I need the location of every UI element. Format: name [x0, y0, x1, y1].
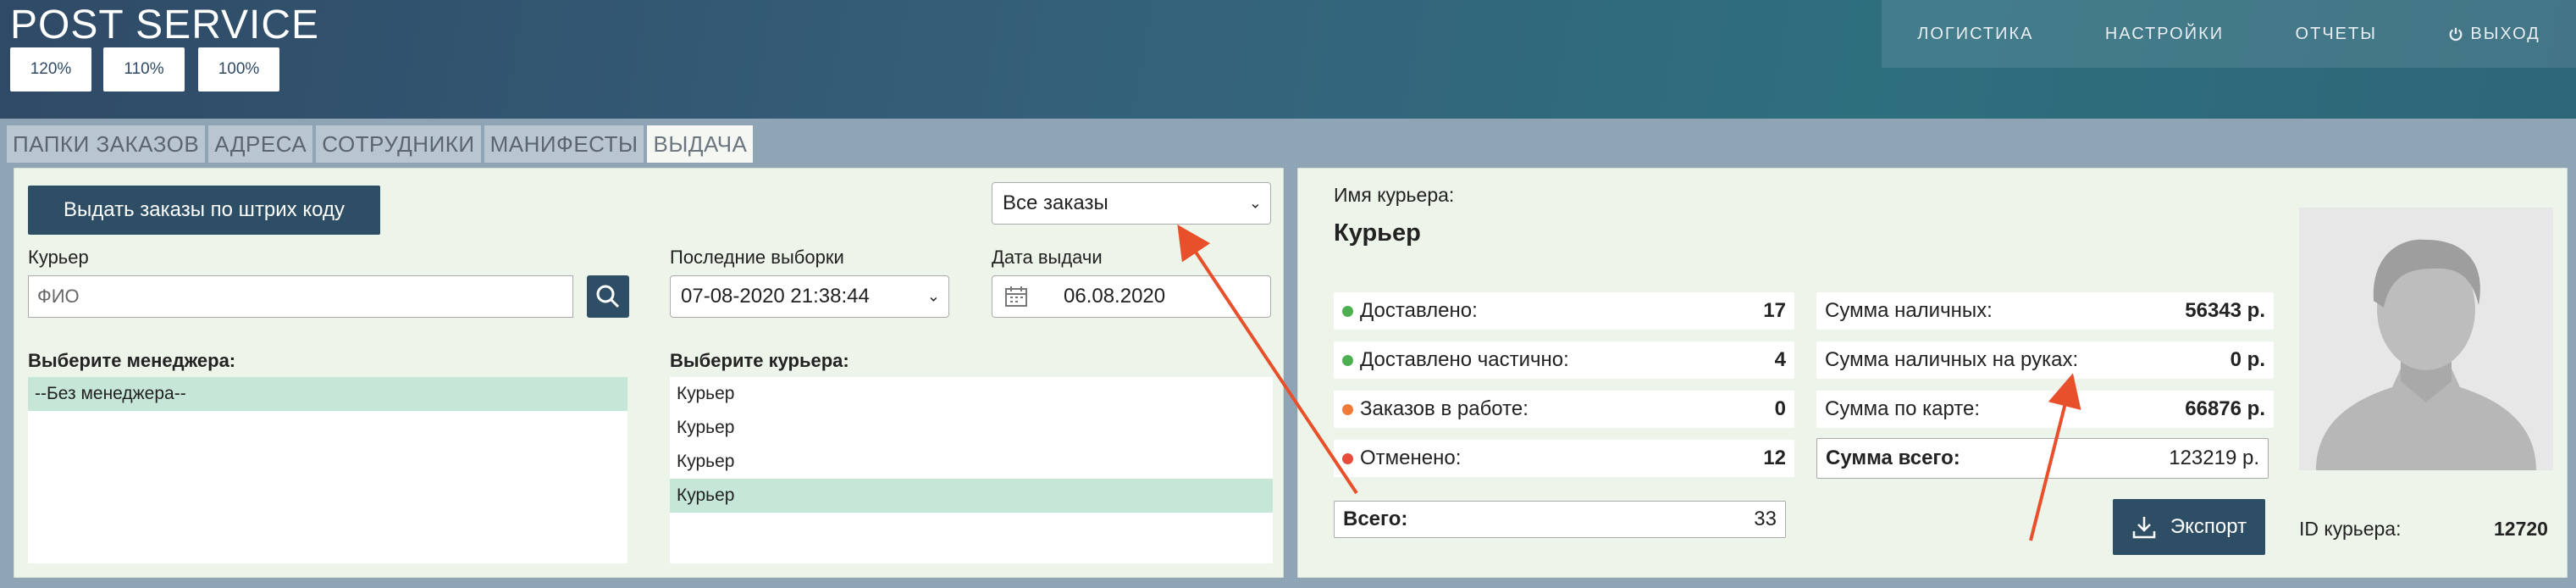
zoom-100-button[interactable]: 100%: [198, 47, 279, 92]
sum-cash-on-hand: Сумма наличных на руках: 0 р.: [1816, 341, 2274, 379]
tab-employees[interactable]: СОТРУДНИКИ: [316, 125, 481, 163]
stat-value: 12: [1763, 447, 1786, 469]
last-selection-value: 07-08-2020 21:38:44: [681, 285, 870, 308]
manager-list[interactable]: --Без менеджера--: [28, 377, 627, 563]
stat-label: Доставлено:: [1360, 299, 1478, 322]
courier-label: Курьер: [28, 247, 89, 268]
issue-date-label: Дата выдачи: [992, 247, 1103, 268]
issue-by-barcode-button[interactable]: Выдать заказы по штрих коду: [28, 186, 380, 235]
courier-search-button[interactable]: [587, 275, 629, 318]
status-dot: [1342, 452, 1353, 464]
courier-name-label: Имя курьера:: [1334, 184, 1455, 206]
nav-logout[interactable]: ВЫХОД: [2448, 25, 2540, 44]
app-title: POST SERVICE: [10, 3, 320, 47]
courier-summary-panel: Имя курьера: Курьер Доставлено: 17 Доста…: [1297, 168, 2568, 578]
issue-date-input[interactable]: 06.08.2020: [992, 275, 1271, 318]
zoom-120-button[interactable]: 120%: [10, 47, 91, 92]
zoom-110-button[interactable]: 110%: [103, 47, 185, 92]
sum-value: 66876 р.: [2185, 397, 2265, 420]
stat-label: Всего:: [1343, 508, 1408, 530]
issue-date-value: 06.08.2020: [1064, 285, 1166, 308]
orders-filter-value: Все заказы: [1003, 191, 1108, 214]
sum-value: 56343 р.: [2185, 299, 2265, 322]
tab-addresses[interactable]: АДРЕСА: [208, 125, 313, 163]
stat-label: Отменено:: [1360, 447, 1462, 469]
last-selections-label: Последние выборки: [670, 247, 844, 268]
list-item[interactable]: --Без менеджера--: [28, 377, 627, 411]
status-dot: [1342, 305, 1353, 317]
list-item[interactable]: Курьер: [670, 445, 1273, 479]
stat-delivered: Доставлено: 17: [1334, 292, 1794, 330]
power-icon: [2449, 27, 2463, 42]
stat-partial: Доставлено частично: 4: [1334, 341, 1794, 379]
stat-value: 33: [1754, 508, 1777, 530]
stat-value: 4: [1774, 348, 1786, 371]
list-item[interactable]: Курьер: [670, 377, 1273, 411]
sum-label: Сумма всего:: [1826, 447, 1960, 469]
issue-filter-panel: Выдать заказы по штрих коду Все заказы ⌄…: [14, 168, 1284, 578]
chevron-down-icon: ⌄: [1248, 194, 1262, 212]
sum-total: Сумма всего: 123219 р.: [1816, 438, 2269, 479]
list-item[interactable]: Курьер: [670, 479, 1273, 513]
status-dot: [1342, 354, 1353, 366]
chevron-down-icon: ⌄: [926, 287, 940, 305]
sum-label: Сумма наличных на руках:: [1825, 348, 2079, 371]
nav-logistics[interactable]: ЛОГИСТИКА: [1917, 25, 2033, 44]
tab-order-folders[interactable]: ПАПКИ ЗАКАЗОВ: [7, 125, 206, 163]
tab-issue[interactable]: ВЫДАЧА: [647, 125, 754, 163]
sum-label: Сумма по карте:: [1825, 397, 1981, 420]
search-icon: [596, 285, 620, 308]
top-navigation: ЛОГИСТИКА НАСТРОЙКИ ОТЧЕТЫ ВЫХОД: [1882, 0, 2576, 68]
sum-card: Сумма по карте: 66876 р.: [1816, 391, 2274, 428]
courier-list[interactable]: Курьер Курьер Курьер Курьер: [670, 377, 1273, 563]
export-label: Экспорт: [2170, 515, 2247, 538]
courier-id-label: ID курьера:: [2299, 518, 2402, 540]
stat-total: Всего: 33: [1334, 501, 1786, 538]
orders-filter-select[interactable]: Все заказы ⌄: [992, 182, 1271, 225]
tab-bar: ПАПКИ ЗАКАЗОВ АДРЕСА СОТРУДНИКИ МАНИФЕСТ…: [7, 125, 754, 163]
calendar-icon: [1005, 286, 1027, 307]
courier-select-label: Выберите курьера:: [670, 350, 849, 371]
status-dot: [1342, 403, 1353, 415]
sum-label: Сумма наличных:: [1825, 299, 1993, 322]
download-icon: [2132, 517, 2156, 539]
last-selections-select[interactable]: 07-08-2020 21:38:44 ⌄: [670, 275, 949, 318]
sum-value: 123219 р.: [2169, 447, 2259, 469]
logout-label: ВЫХОД: [2470, 24, 2540, 43]
export-button[interactable]: Экспорт: [2113, 499, 2265, 555]
nav-settings[interactable]: НАСТРОЙКИ: [2105, 25, 2224, 44]
stat-label: Заказов в работе:: [1360, 397, 1528, 420]
manager-select-label: Выберите менеджера:: [28, 350, 236, 371]
nav-reports[interactable]: ОТЧЕТЫ: [2296, 25, 2377, 44]
courier-id-value: 12720: [2494, 518, 2548, 540]
sum-value: 0 р.: [2230, 348, 2265, 371]
courier-name: Курьер: [1334, 219, 1421, 247]
tab-manifests[interactable]: МАНИФЕСТЫ: [484, 125, 644, 163]
list-item[interactable]: Курьер: [670, 411, 1273, 445]
avatar-icon: [2299, 208, 2553, 470]
courier-name-input[interactable]: ФИО: [28, 275, 573, 318]
sum-cash: Сумма наличных: 56343 р.: [1816, 292, 2274, 330]
stat-value: 0: [1774, 397, 1786, 420]
stat-in-work: Заказов в работе: 0: [1334, 391, 1794, 428]
stat-value: 17: [1763, 299, 1786, 322]
stat-cancelled: Отменено: 12: [1334, 440, 1794, 477]
courier-avatar: [2299, 208, 2553, 470]
stat-label: Доставлено частично:: [1360, 348, 1569, 371]
